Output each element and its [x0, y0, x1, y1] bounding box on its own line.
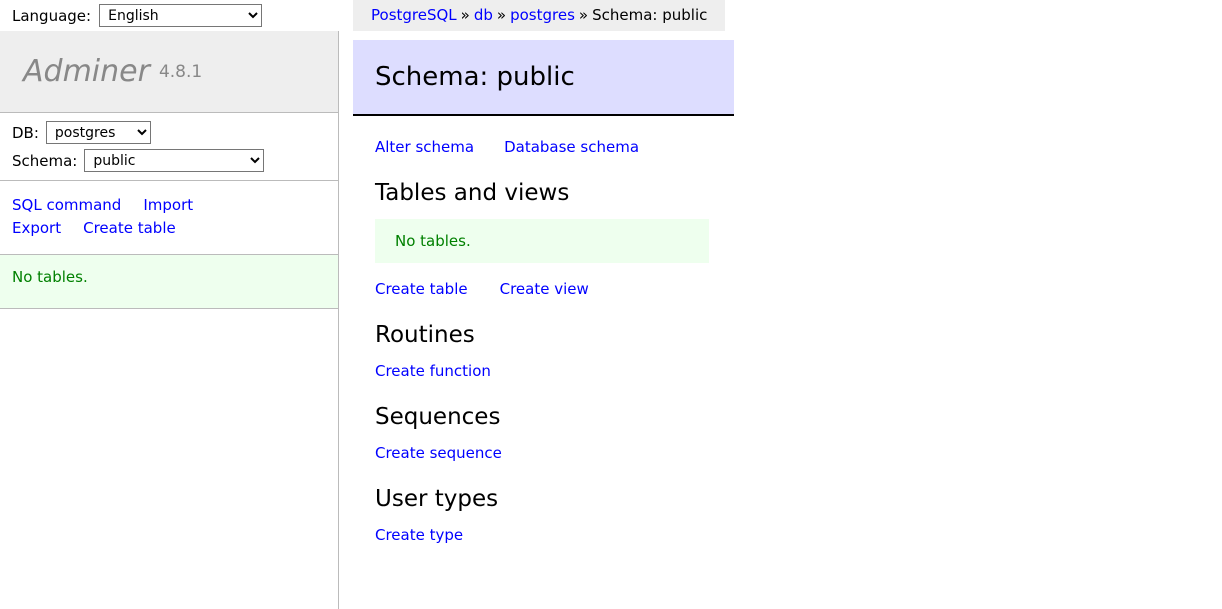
db-select[interactable]: postgres [45, 121, 151, 144]
db-row: DB: postgres [12, 121, 338, 144]
sidebar: Adminer 4.8.1 DB: postgres Schema: publi… [0, 31, 339, 609]
breadcrumb-current: Schema: public [592, 6, 708, 24]
link-create-table[interactable]: Create table [375, 280, 468, 298]
link-create-sequence[interactable]: Create sequence [375, 444, 502, 462]
language-select[interactable]: English [99, 4, 263, 27]
link-create-type[interactable]: Create type [375, 526, 463, 544]
tables-action-links: Create table Create view [375, 280, 1222, 298]
sequences-action-links: Create sequence [375, 444, 1222, 462]
link-database-schema[interactable]: Database schema [504, 138, 639, 156]
language-bar: Language: English [0, 0, 339, 31]
schema-label: Schema: [12, 151, 78, 170]
db-selector-block: DB: postgres Schema: public [0, 113, 338, 180]
brand-name: Adminer [23, 54, 150, 89]
section-title-routines: Routines [375, 322, 475, 348]
brand-header: Adminer 4.8.1 [0, 31, 338, 113]
db-label: DB: [12, 123, 39, 142]
section-title-sequences: Sequences [375, 404, 501, 430]
sidebar-link-export[interactable]: Export [12, 219, 61, 237]
breadcrumb-separator: » [578, 6, 589, 24]
main-no-tables-message: No tables. [375, 219, 709, 263]
breadcrumb: PostgreSQL» db» postgres» Schema: public [353, 0, 726, 31]
sidebar-link-import[interactable]: Import [143, 196, 193, 214]
sidebar-no-tables-message: No tables. [0, 253, 338, 309]
breadcrumb-link-database[interactable]: postgres [510, 6, 575, 24]
sidebar-link-sql-command[interactable]: SQL command [12, 196, 121, 214]
language-label: Language: [12, 6, 92, 25]
page-title: Schema: public [353, 40, 734, 116]
brand-version: 4.8.1 [158, 61, 203, 82]
breadcrumb-separator: » [496, 6, 507, 24]
section-title-user-types: User types [375, 486, 499, 512]
breadcrumb-separator: » [460, 6, 470, 24]
content-area: PostgreSQL» db» postgres» Schema: public Sc… [353, 0, 1222, 609]
link-create-function[interactable]: Create function [375, 362, 491, 380]
sidebar-link-create-table[interactable]: Create table [83, 219, 176, 237]
link-alter-schema[interactable]: Alter schema [375, 138, 474, 156]
section-title-tables-and-views: Tables and views [375, 180, 570, 206]
schema-row: Schema: public [12, 149, 338, 172]
link-create-view[interactable]: Create view [500, 280, 589, 298]
breadcrumb-link-db[interactable]: db [474, 6, 493, 24]
routines-action-links: Create function [375, 362, 1222, 380]
breadcrumb-link-server[interactable]: PostgreSQL [371, 6, 457, 24]
schema-select[interactable]: public [84, 149, 265, 172]
schema-action-links: Alter schema Database schema [353, 116, 1222, 156]
sidebar-menu-links: SQL command Import Export Create table [0, 180, 338, 254]
user-types-action-links: Create type [375, 526, 1222, 544]
